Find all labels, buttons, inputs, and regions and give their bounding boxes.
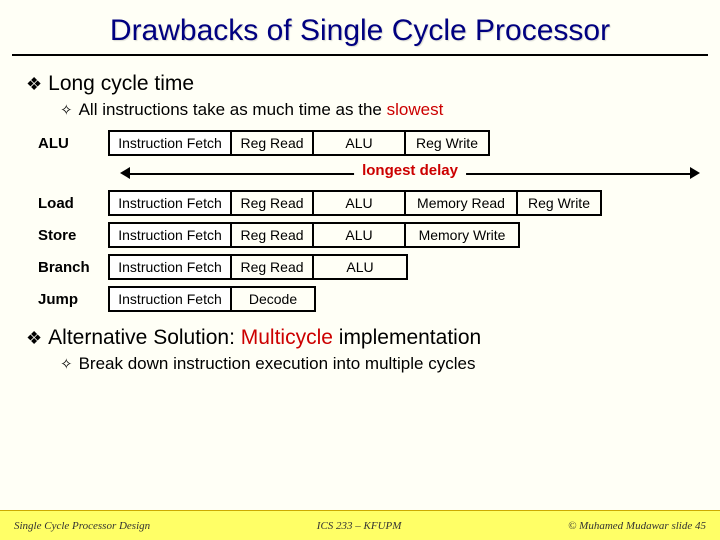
stage-cell: Reg Write	[518, 192, 600, 214]
stage-cell: Instruction Fetch	[110, 132, 232, 154]
row-jump: Jump Instruction FetchDecode	[38, 286, 694, 312]
row-store: Store Instruction FetchReg ReadALUMemory…	[38, 222, 694, 248]
row-label: Load	[38, 195, 108, 212]
stage-cell: Instruction Fetch	[110, 288, 232, 310]
row-label: Store	[38, 227, 108, 244]
stage-cell: ALU	[314, 256, 406, 278]
row-label: ALU	[38, 135, 108, 152]
bullet-emph: Multicycle	[241, 326, 333, 349]
bullet-text: Break down instruction execution into mu…	[79, 354, 476, 373]
content: ❖ Long cycle time ✧ All instructions take …	[0, 56, 720, 374]
bullet-text: implementation	[333, 326, 481, 349]
stage-cell: Memory Write	[406, 224, 518, 246]
stage-cell: Reg Read	[232, 132, 314, 154]
bullet-emph: slowest	[387, 100, 444, 119]
stage-cell: Instruction Fetch	[110, 224, 232, 246]
footer-left: Single Cycle Processor Design	[14, 520, 150, 532]
bullet-long-cycle: ❖ Long cycle time	[26, 72, 694, 96]
bullet-alternative: ❖ Alternative Solution: Multicycle implem…	[26, 326, 694, 350]
stage-cell: Instruction Fetch	[110, 192, 232, 214]
row-label: Jump	[38, 291, 108, 308]
pipeline-rows: ALU Instruction FetchReg ReadALUReg Writ…	[38, 130, 694, 312]
footer-right: © Muhamed Mudawar slide 45	[568, 520, 706, 532]
stages: Instruction FetchDecode	[108, 286, 316, 312]
page-title: Drawbacks of Single Cycle Processor	[12, 0, 708, 56]
stage-cell: ALU	[314, 224, 406, 246]
bullet-text: Long cycle time	[48, 72, 194, 95]
stage-cell: Decode	[232, 288, 314, 310]
stages: Instruction FetchReg ReadALUMemory Write	[108, 222, 520, 248]
diamond-icon: ❖	[26, 74, 42, 94]
stages: Instruction FetchReg ReadALU	[108, 254, 408, 280]
stage-cell: Reg Read	[232, 192, 314, 214]
row-label: Branch	[38, 259, 108, 276]
arrow-right-icon	[690, 167, 700, 179]
row-branch: Branch Instruction FetchReg ReadALU	[38, 254, 694, 280]
stages: Instruction FetchReg ReadALUReg Write	[108, 130, 490, 156]
bullet-text: Alternative Solution:	[48, 326, 241, 349]
bullet-slowest: ✧ All instructions take as much time as t…	[60, 100, 694, 120]
bullet-breakdown: ✧ Break down instruction execution into m…	[60, 354, 694, 374]
stage-cell: Memory Read	[406, 192, 518, 214]
longest-delay-indicator: longest delay	[120, 162, 700, 184]
stage-cell: Reg Write	[406, 132, 488, 154]
footer: Single Cycle Processor Design ICS 233 – …	[0, 510, 720, 540]
diamond-icon: ❖	[26, 328, 42, 348]
stage-cell: Instruction Fetch	[110, 256, 232, 278]
row-alu: ALU Instruction FetchReg ReadALUReg Writ…	[38, 130, 694, 156]
stage-cell: ALU	[314, 192, 406, 214]
stage-cell: Reg Read	[232, 256, 314, 278]
delay-label: longest delay	[354, 162, 466, 179]
diamond-open-icon: ✧	[60, 102, 73, 119]
bullet-text: All instructions take as much time as th…	[79, 100, 387, 119]
stage-cell: Reg Read	[232, 224, 314, 246]
diamond-open-icon: ✧	[60, 356, 73, 373]
row-load: Load Instruction FetchReg ReadALUMemory …	[38, 190, 694, 216]
footer-center: ICS 233 – KFUPM	[317, 520, 402, 532]
stages: Instruction FetchReg ReadALUMemory ReadR…	[108, 190, 602, 216]
stage-cell: ALU	[314, 132, 406, 154]
